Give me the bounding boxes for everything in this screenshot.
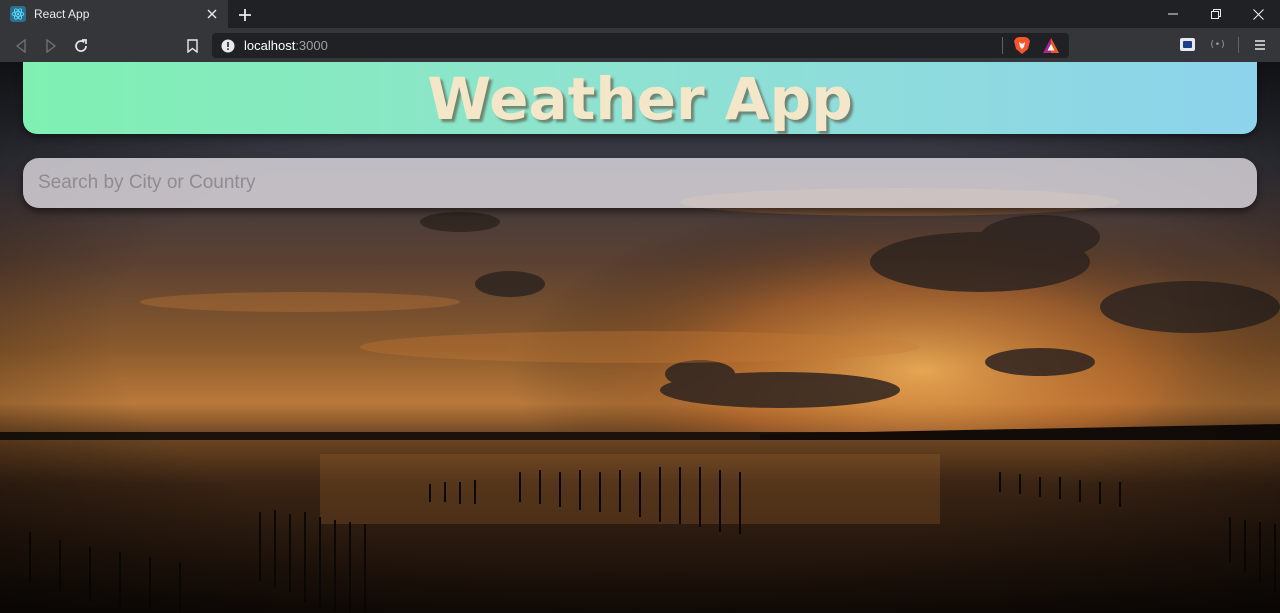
tab-strip: React App — [0, 0, 1280, 28]
close-icon[interactable] — [1237, 0, 1280, 28]
extension-wallet-icon[interactable]: (•) — [1209, 37, 1226, 52]
bookmark-icon[interactable] — [181, 35, 203, 57]
brave-rewards-icon[interactable] — [1042, 37, 1060, 54]
minimize-icon[interactable] — [1151, 0, 1194, 28]
restore-icon[interactable] — [1194, 0, 1237, 28]
url-host: localhost — [244, 38, 296, 53]
app-title: Weather App — [427, 65, 853, 133]
tab-close-icon[interactable] — [204, 6, 220, 22]
brave-shields-icon[interactable] — [1013, 36, 1031, 55]
forward-icon[interactable] — [40, 35, 62, 57]
reload-icon[interactable] — [70, 35, 92, 57]
sunset-background-image — [0, 62, 1280, 613]
address-bar[interactable]: localhost:3000 — [212, 33, 1069, 58]
omnibox-divider — [1002, 37, 1003, 54]
tab-title: React App — [34, 7, 90, 21]
toolbar-divider — [1238, 37, 1239, 53]
browser-tab[interactable]: React App — [0, 0, 228, 28]
app-header: Weather App — [23, 62, 1257, 134]
react-atom-icon — [10, 6, 26, 22]
url-port: :3000 — [295, 38, 328, 53]
window-controls — [1151, 0, 1280, 28]
back-icon[interactable] — [10, 35, 32, 57]
browser-toolbar: localhost:3000 (•) — [0, 28, 1280, 62]
menu-icon[interactable] — [1250, 35, 1270, 55]
new-tab-icon[interactable] — [234, 4, 256, 26]
search-input[interactable] — [23, 158, 1257, 208]
info-icon[interactable] — [221, 39, 235, 53]
extension-icon[interactable] — [1179, 37, 1196, 52]
page-viewport: Weather App — [0, 62, 1280, 613]
